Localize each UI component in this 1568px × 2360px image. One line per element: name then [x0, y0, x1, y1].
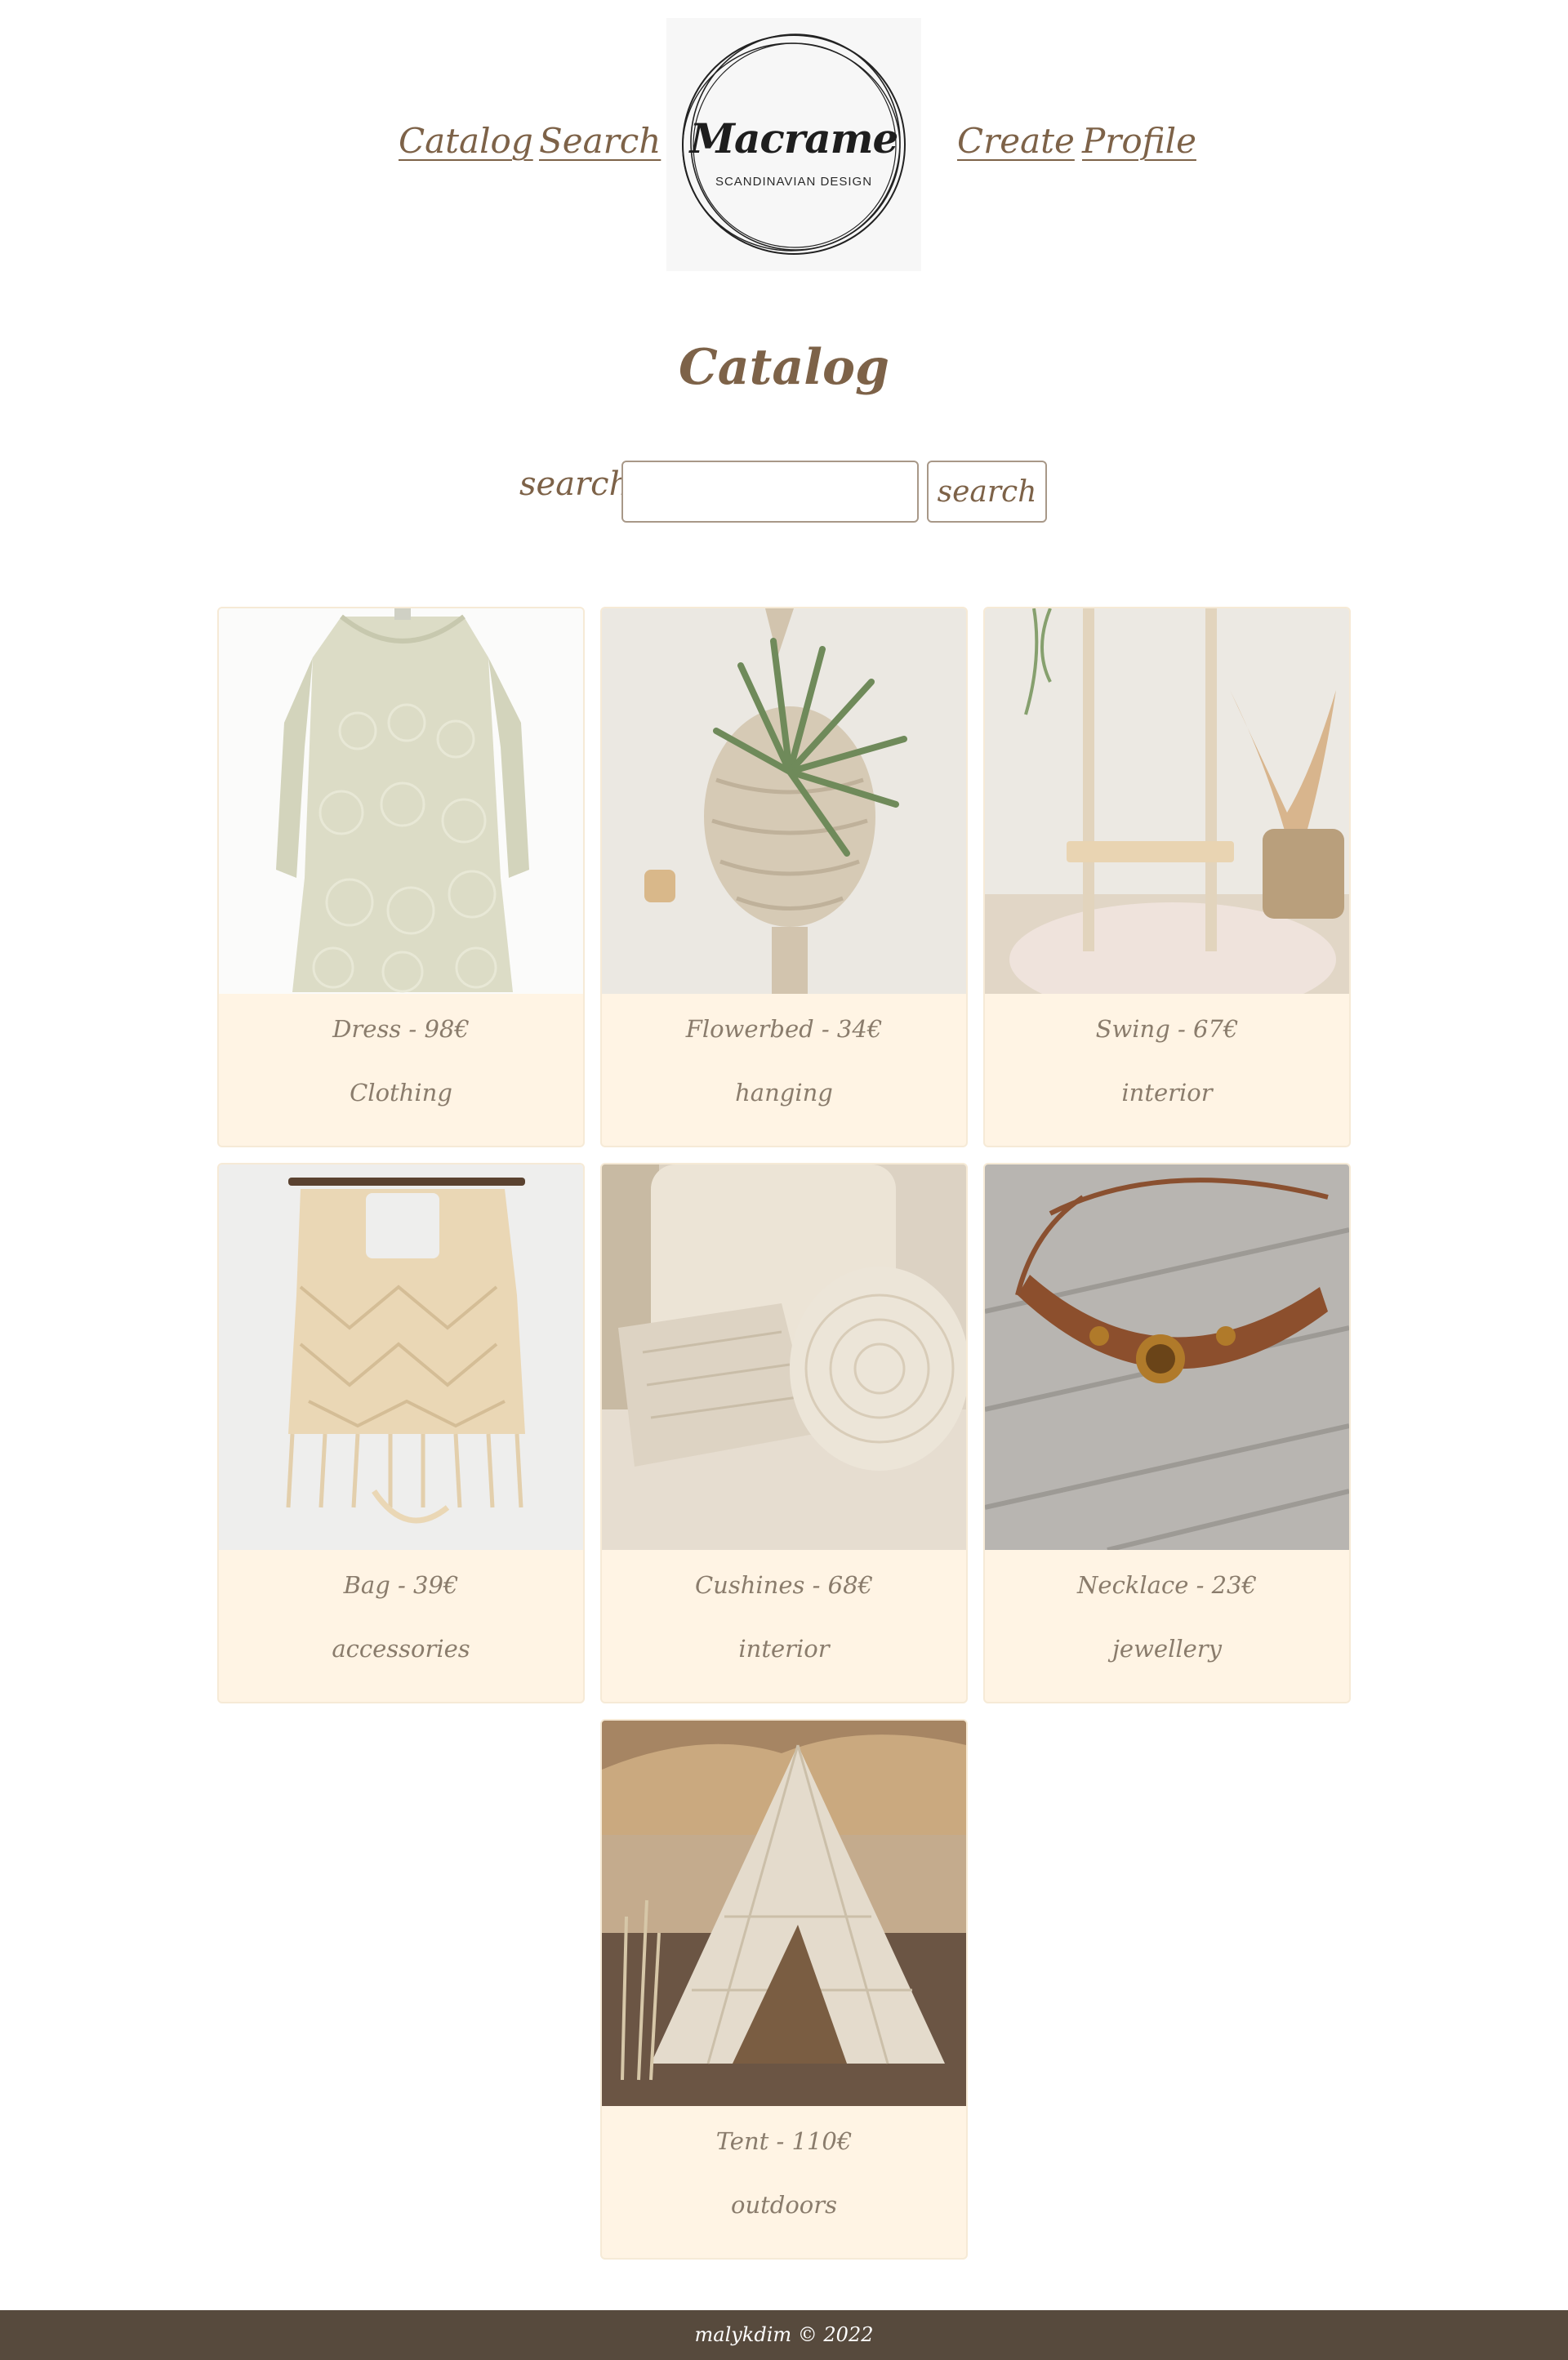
product-card-flowerbed[interactable]: Flowerbed - 34€ hanging	[600, 607, 968, 1147]
product-category: outdoors	[730, 2191, 838, 2219]
product-category: interior	[1121, 1079, 1213, 1107]
product-card-necklace[interactable]: Necklace - 23€ jewellery	[983, 1163, 1351, 1703]
footer-copyright: malykdim © 2022	[694, 2323, 874, 2346]
site-header: Catalog Search Macrame SCANDINAVIAN DESI…	[0, 0, 1568, 278]
product-card-cushines[interactable]: Cushines - 68€ interior	[600, 1163, 968, 1703]
tent-photo	[602, 1721, 966, 2106]
nav-search-link[interactable]: Search	[539, 121, 661, 161]
site-logo[interactable]: Macrame SCANDINAVIAN DESIGN	[666, 18, 921, 271]
product-category: interior	[738, 1635, 830, 1663]
logo-title: Macrame	[689, 114, 899, 163]
product-card-tent[interactable]: Tent - 110€ outdoors	[600, 1719, 968, 2260]
dress-photo	[219, 608, 583, 994]
product-name: Tent - 110€	[715, 2127, 853, 2155]
nav-profile-link[interactable]: Profile	[1082, 121, 1196, 161]
product-category: Clothing	[350, 1079, 452, 1107]
product-name: Flowerbed - 34€	[685, 1015, 883, 1043]
swing-photo	[985, 608, 1349, 994]
product-card-swing[interactable]: Swing - 67€ interior	[983, 607, 1351, 1147]
product-category: jewellery	[1111, 1635, 1223, 1663]
product-card-dress[interactable]: Dress - 98€ Clothing	[217, 607, 585, 1147]
product-category: hanging	[735, 1079, 833, 1107]
product-name: Swing - 67€	[1095, 1015, 1239, 1043]
cushions-photo	[602, 1164, 966, 1550]
nav-catalog-link[interactable]: Catalog	[399, 121, 533, 161]
necklace-photo	[985, 1164, 1349, 1550]
hanging-planter-photo	[602, 608, 966, 994]
product-name: Dress - 98€	[332, 1015, 470, 1043]
product-category: accessories	[332, 1635, 470, 1663]
site-footer: malykdim © 2022	[0, 2310, 1568, 2360]
search-input[interactable]	[621, 461, 919, 523]
product-name: Cushines - 68€	[694, 1571, 873, 1599]
logo-subtitle: SCANDINAVIAN DESIGN	[715, 175, 873, 189]
nav-create-link[interactable]: Create	[957, 121, 1075, 161]
bag-photo	[219, 1164, 583, 1550]
search-button[interactable]: search	[927, 461, 1047, 523]
product-card-bag[interactable]: Bag - 39€ accessories	[217, 1163, 585, 1703]
product-name: Necklace - 23€	[1077, 1571, 1257, 1599]
page-title: Catalog	[679, 339, 889, 396]
product-name: Bag - 39€	[343, 1571, 459, 1599]
